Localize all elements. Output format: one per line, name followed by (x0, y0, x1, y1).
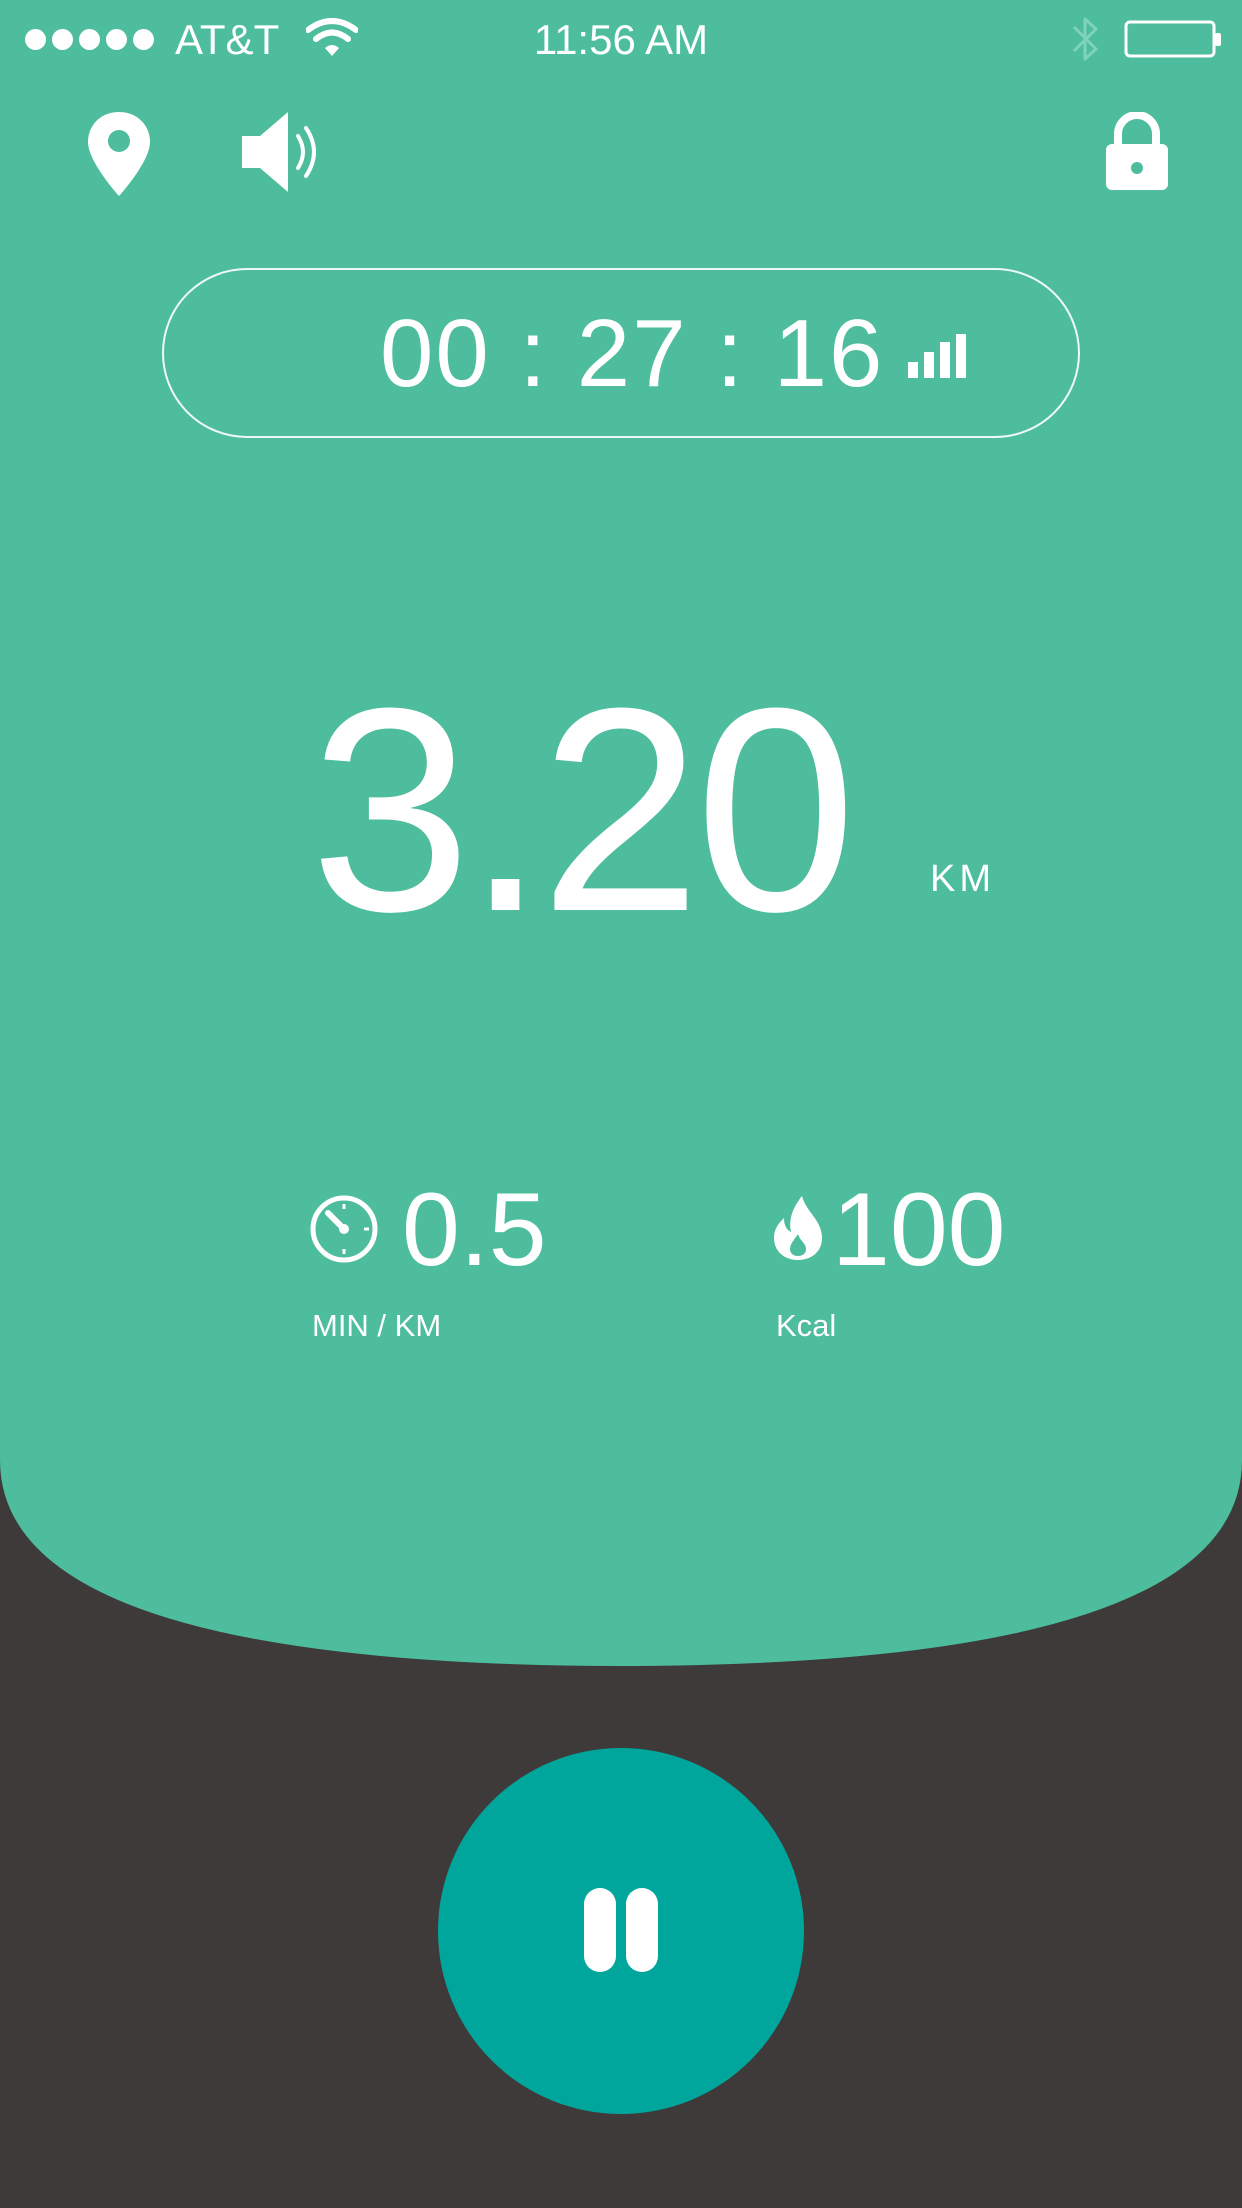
calories-value: 100 (832, 1172, 1006, 1288)
battery-icon (1124, 20, 1221, 58)
pause-icon (626, 1888, 658, 1972)
elapsed-time: 00 : 27 : 16 (380, 300, 885, 407)
pace-label: MIN / KM (312, 1308, 442, 1343)
lock-icon[interactable] (1104, 112, 1170, 192)
status-bar: AT&T 11:56 AM (0, 0, 1242, 80)
pause-icon (584, 1888, 616, 1972)
activity-panel: AT&T 11:56 AM 00 : 27 : 16 3.20 KM 0.5 M… (0, 0, 1242, 1668)
stopwatch-icon (310, 1195, 378, 1263)
flame-icon (774, 1196, 822, 1260)
status-time: 11:56 AM (533, 16, 709, 63)
pause-button[interactable] (438, 1748, 804, 2114)
pace-value: 0.5 (402, 1172, 547, 1288)
signal-strength-icon (908, 334, 966, 378)
location-pin-icon[interactable] (86, 110, 152, 198)
distance-unit: KM (930, 858, 995, 900)
timer-display: 00 : 27 : 16 (162, 268, 1080, 438)
calories-label: Kcal (776, 1308, 837, 1343)
bluetooth-icon (1072, 17, 1098, 61)
distance-value: 3.20 (310, 648, 856, 972)
speaker-icon[interactable] (240, 110, 332, 194)
